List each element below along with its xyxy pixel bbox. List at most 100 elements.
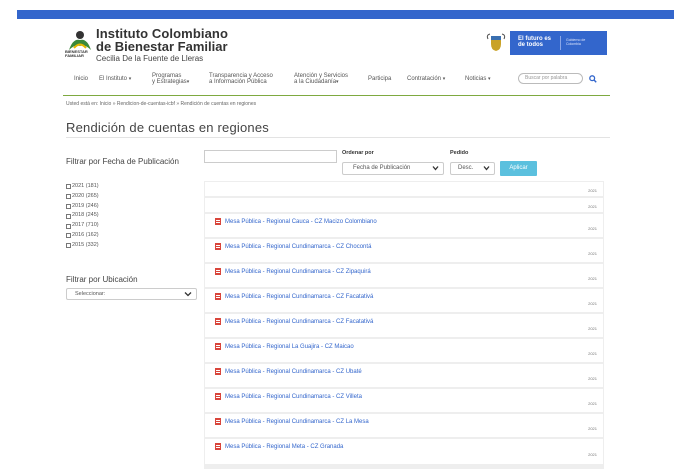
checkbox[interactable] <box>66 203 71 209</box>
pedido-label: Pedido <box>450 150 469 156</box>
order-by-label: Ordenar por <box>342 150 374 156</box>
year-filter-item[interactable]: 2016 (162) <box>66 231 99 241</box>
result-link[interactable]: Mesa Pública - Regional Cundinamarca - C… <box>215 243 371 250</box>
location-select[interactable]: Seleccionar: <box>66 288 197 300</box>
list-item[interactable]: Mesa Pública - Regional Cundinamarca - C… <box>205 314 603 337</box>
top-accent-bar <box>17 10 674 19</box>
list-item[interactable]: Mesa Pública - Regional Cundinamarca - C… <box>205 289 603 312</box>
list-item[interactable]: Mesa Pública - Regional Cundinamarca - C… <box>205 414 603 437</box>
pdf-icon <box>215 243 221 250</box>
nav-item-label: Contratación <box>407 76 442 82</box>
list-item[interactable]: Mesa Pública - Regional Cundinamarca - C… <box>205 264 603 287</box>
nav-item-contratacion[interactable]: Contratación ▾ <box>407 76 445 82</box>
year-filter-label: 2020 (265) <box>72 192 99 199</box>
result-year: 2021 <box>588 188 597 193</box>
nav-item-label: Inicio <box>74 76 89 82</box>
gov-badge-main-text: El futuro es de todos <box>518 36 552 48</box>
list-item[interactable]: Mesa Pública - Regional Cundinamarca - C… <box>205 364 603 387</box>
checkbox[interactable] <box>66 184 71 190</box>
checkbox[interactable] <box>66 243 71 249</box>
year-filter-item[interactable]: 2015 (332) <box>66 241 99 251</box>
pdf-icon <box>215 293 221 300</box>
result-year: 2021 <box>588 401 597 406</box>
list-item[interactable]: 2021 <box>205 182 603 196</box>
chevron-down-icon: ▾ <box>442 76 446 82</box>
result-year: 2021 <box>588 251 597 256</box>
search-button[interactable] <box>586 73 599 84</box>
search-input[interactable]: Buscar por palabra <box>518 73 583 84</box>
result-link[interactable]: Mesa Pública - Regional La Guajira - CZ … <box>215 343 354 350</box>
chevron-down-icon <box>184 292 192 297</box>
pdf-icon <box>215 343 221 350</box>
nav-item-label: Atención y Servicios a la Ciudadanía <box>294 73 349 85</box>
date-filter-input[interactable] <box>204 150 337 163</box>
result-title: Mesa Pública - Regional Cundinamarca - C… <box>225 293 374 300</box>
list-item[interactable]: Mesa Pública - Regional Meta - CZ Granad… <box>205 439 603 464</box>
nav-item-atencion[interactable]: Atención y Servicios a la Ciudadanía▾ <box>294 73 348 85</box>
checkbox[interactable] <box>66 233 71 239</box>
pedido-select[interactable]: Desc. <box>450 162 495 175</box>
result-title: Mesa Pública - Regional La Guajira - CZ … <box>225 343 354 350</box>
result-link[interactable]: Mesa Pública - Regional Cundinamarca - C… <box>215 418 369 425</box>
location-filter-label: Filtrar por Ubicación <box>66 275 138 284</box>
chevron-down-icon: ▾ <box>336 79 339 85</box>
result-link[interactable]: Mesa Pública - Regional Cundinamarca - C… <box>215 368 362 375</box>
result-title: Mesa Pública - Regional Cundinamarca - C… <box>225 268 371 275</box>
year-filter-item[interactable]: 2021 (181) <box>66 182 99 192</box>
checkbox[interactable] <box>66 194 71 200</box>
coat-of-arms-icon <box>486 33 506 51</box>
pdf-icon <box>215 393 221 400</box>
result-year: 2021 <box>588 276 597 281</box>
year-filter-list: 2021 (181) 2020 (265) 2019 (246) 2018 (2… <box>66 182 99 251</box>
result-year: 2021 <box>588 226 597 231</box>
date-filter-label: Filtrar por Fecha de Publicación <box>66 157 179 166</box>
year-filter-item[interactable]: 2018 (245) <box>66 211 99 221</box>
year-filter-item[interactable]: 2020 (265) <box>66 192 99 202</box>
result-link[interactable]: Mesa Pública - Regional Cundinamarca - C… <box>215 268 371 275</box>
result-year: 2021 <box>588 452 597 457</box>
page-title: Rendición de cuentas en regiones <box>66 120 269 135</box>
apply-button[interactable]: Aplicar <box>500 161 537 176</box>
nav-item-noticias[interactable]: Noticias ▾ <box>465 76 491 82</box>
year-filter-label: 2021 (181) <box>72 183 99 189</box>
result-link[interactable]: Mesa Pública - Regional Cundinamarca - C… <box>215 393 362 400</box>
year-filter-label: 2017 (710) <box>72 222 99 229</box>
year-filter-item[interactable]: 2017 (710) <box>66 221 99 231</box>
list-item[interactable]: 2021 <box>205 198 603 212</box>
chevron-down-icon: ▾ <box>128 76 132 82</box>
list-item[interactable]: Mesa Pública - Regional Cauca - CZ Maciz… <box>205 214 603 237</box>
gov-badge-divider <box>560 36 561 50</box>
order-by-select[interactable]: Fecha de Publicación <box>342 162 444 175</box>
result-link[interactable]: Mesa Pública - Regional Meta - CZ Granad… <box>215 443 343 450</box>
title-divider <box>66 137 610 138</box>
nav-item-label: Participa <box>368 76 392 82</box>
pdf-icon <box>215 218 221 225</box>
result-year: 2021 <box>588 326 597 331</box>
result-title: Mesa Pública - Regional Cundinamarca - C… <box>225 318 374 325</box>
nav-item-el-instituto[interactable]: El Instituto ▾ <box>99 76 131 82</box>
checkbox[interactable] <box>66 213 71 219</box>
gov-badge-sub-text: Gobierno de Colombia <box>566 38 586 46</box>
result-link[interactable]: Mesa Pública - Regional Cauca - CZ Maciz… <box>215 218 377 225</box>
year-filter-item[interactable]: 2019 (246) <box>66 202 99 212</box>
list-item[interactable]: Mesa Pública - Regional La Guajira - CZ … <box>205 339 603 362</box>
checkbox[interactable] <box>66 223 71 229</box>
breadcrumb[interactable]: Usted está en: Inicio » Rendicion-de-cue… <box>66 101 256 107</box>
gov-co-badge[interactable]: El futuro es de todos Gobierno de Colomb… <box>510 31 607 55</box>
result-link[interactable]: Mesa Pública - Regional Cundinamarca - C… <box>215 318 373 325</box>
chevron-down-icon: ▾ <box>186 79 190 85</box>
chevron-down-icon <box>483 166 490 171</box>
org-name[interactable]: Instituto Colombiano de Bienestar Famili… <box>96 27 228 64</box>
list-item[interactable]: Mesa Pública - Regional Cundinamarca - C… <box>205 239 603 262</box>
nav-item-participa[interactable]: Participa <box>368 76 391 82</box>
nav-item-transparencia[interactable]: Transparencia y Acceso a Información Púb… <box>209 73 273 85</box>
result-title: Mesa Pública - Regional Cundinamarca - C… <box>225 418 369 425</box>
nav-item-programas[interactable]: Programas y Estrategias▾ <box>152 73 189 85</box>
year-filter-label: 2015 (332) <box>72 241 99 248</box>
list-item[interactable]: Mesa Pública - Regional Cundinamarca - C… <box>205 389 603 412</box>
result-link[interactable]: Mesa Pública - Regional Cundinamarca - C… <box>215 293 373 300</box>
nav-item-label: Transparencia y Acceso a Información Púb… <box>209 73 273 85</box>
nav-item-inicio[interactable]: Inicio <box>74 76 88 82</box>
result-year: 2021 <box>588 301 597 306</box>
location-value: Seleccionar: <box>75 291 106 297</box>
